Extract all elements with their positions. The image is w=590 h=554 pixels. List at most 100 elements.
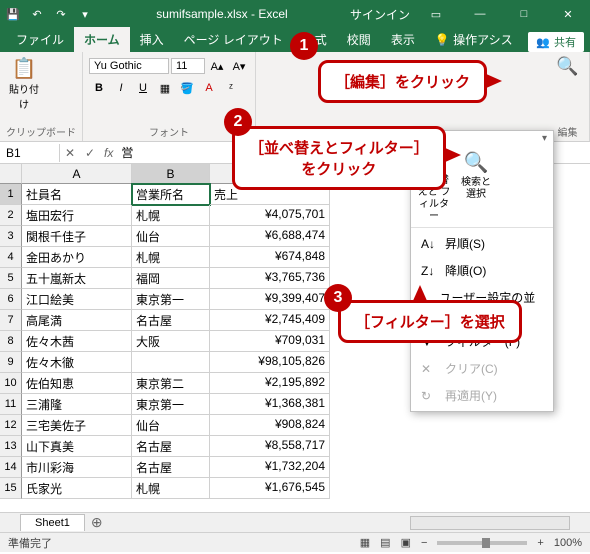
tab-home[interactable]: ホーム <box>74 27 130 52</box>
signin-link[interactable]: サインイン <box>350 6 410 23</box>
cell[interactable]: 三宅美佐子 <box>22 415 132 436</box>
row-header-14[interactable]: 14 <box>0 457 22 478</box>
row-header-8[interactable]: 8 <box>0 331 22 352</box>
cell[interactable]: 市川彩海 <box>22 457 132 478</box>
cell[interactable]: ¥709,031 <box>210 331 330 352</box>
cell[interactable]: 名古屋 <box>132 436 210 457</box>
redo-icon[interactable]: ↷ <box>52 5 70 23</box>
cell-A1[interactable]: 社員名 <box>22 184 132 205</box>
cell[interactable]: 札幌 <box>132 478 210 499</box>
sort-desc-item[interactable]: Z↓降順(O) <box>411 257 553 284</box>
ribbon-group-edit[interactable]: 🔍 編集 <box>546 52 590 141</box>
close-button[interactable]: ✕ <box>550 2 586 26</box>
undo-icon[interactable]: ↶ <box>28 5 46 23</box>
minimize-button[interactable]: — <box>462 2 498 26</box>
find-select-button[interactable]: 🔍 検索と 選択 <box>457 150 495 223</box>
add-sheet-button[interactable]: ⊕ <box>91 514 103 531</box>
row-header-12[interactable]: 12 <box>0 415 22 436</box>
font-name-select[interactable]: Yu Gothic <box>89 58 169 74</box>
row-header-2[interactable]: 2 <box>0 205 22 226</box>
cell[interactable]: ¥908,824 <box>210 415 330 436</box>
cell[interactable]: ¥1,732,204 <box>210 457 330 478</box>
tab-tell[interactable]: 💡 操作アシス <box>425 27 523 52</box>
zoom-level[interactable]: 100% <box>554 537 582 549</box>
border-button[interactable]: ▦ <box>155 78 175 98</box>
zoom-slider[interactable] <box>437 541 527 545</box>
share-button[interactable]: 👥 共有 <box>528 32 584 52</box>
zoom-in-button[interactable]: + <box>537 537 543 549</box>
cell-B1[interactable]: 営業所名 <box>132 184 210 205</box>
cell[interactable]: 佐々木茜 <box>22 331 132 352</box>
row-header-1[interactable]: 1 <box>0 184 22 205</box>
row-header-9[interactable]: 9 <box>0 352 22 373</box>
fill-color-button[interactable]: 🪣 <box>177 78 197 98</box>
cell[interactable]: 五十嵐新太 <box>22 268 132 289</box>
select-all-button[interactable] <box>0 164 22 184</box>
bold-button[interactable]: B <box>89 78 109 98</box>
cell[interactable]: 氏家光 <box>22 478 132 499</box>
italic-button[interactable]: I <box>111 78 131 98</box>
row-header-7[interactable]: 7 <box>0 310 22 331</box>
view-pagebreak-icon[interactable]: ▣ <box>401 536 411 549</box>
cell[interactable]: ¥8,558,717 <box>210 436 330 457</box>
cell[interactable]: ¥9,399,407 <box>210 289 330 310</box>
ribbon-options-icon[interactable]: ▭ <box>418 2 454 26</box>
zoom-out-button[interactable]: − <box>421 537 427 549</box>
cell[interactable]: 東京第二 <box>132 373 210 394</box>
row-header-10[interactable]: 10 <box>0 373 22 394</box>
cell[interactable]: 高尾満 <box>22 310 132 331</box>
sheet-tab-1[interactable]: Sheet1 <box>20 514 85 531</box>
cell[interactable]: ¥2,195,892 <box>210 373 330 394</box>
underline-button[interactable]: U <box>133 78 153 98</box>
cell[interactable]: 名古屋 <box>132 457 210 478</box>
phonetic-button[interactable]: ᶻ <box>221 78 241 98</box>
col-header-b[interactable]: B <box>132 164 210 184</box>
tab-pagelayout[interactable]: ページ レイアウト <box>174 27 293 52</box>
cell[interactable]: 塩田宏行 <box>22 205 132 226</box>
cell[interactable]: ¥98,105,826 <box>210 352 330 373</box>
row-header-3[interactable]: 3 <box>0 226 22 247</box>
cell[interactable]: 札幌 <box>132 205 210 226</box>
cell[interactable]: 東京第一 <box>132 289 210 310</box>
row-header-15[interactable]: 15 <box>0 478 22 499</box>
cell[interactable]: 三浦隆 <box>22 394 132 415</box>
cancel-formula-icon[interactable]: ✕ <box>60 146 80 160</box>
enter-formula-icon[interactable]: ✓ <box>80 146 100 160</box>
cell[interactable]: 大阪 <box>132 331 210 352</box>
maximize-button[interactable]: □ <box>506 2 542 26</box>
cell[interactable]: 仙台 <box>132 415 210 436</box>
name-box[interactable]: B1 <box>0 144 60 162</box>
row-header-13[interactable]: 13 <box>0 436 22 457</box>
sort-asc-item[interactable]: A↓昇順(S) <box>411 230 553 257</box>
cell[interactable]: ¥674,848 <box>210 247 330 268</box>
qat-customize-icon[interactable]: ▾ <box>76 5 94 23</box>
cell[interactable]: 東京第一 <box>132 394 210 415</box>
row-header-11[interactable]: 11 <box>0 394 22 415</box>
cell[interactable]: ¥1,676,545 <box>210 478 330 499</box>
cell[interactable]: 山下真美 <box>22 436 132 457</box>
tab-insert[interactable]: 挿入 <box>130 27 174 52</box>
cell[interactable]: ¥3,765,736 <box>210 268 330 289</box>
cell[interactable]: 関根千佳子 <box>22 226 132 247</box>
view-normal-icon[interactable]: ▦ <box>360 536 370 549</box>
font-size-select[interactable]: 11 <box>171 58 205 74</box>
col-header-a[interactable]: A <box>22 164 132 184</box>
cell[interactable]: 佐伯知恵 <box>22 373 132 394</box>
row-header-6[interactable]: 6 <box>0 289 22 310</box>
paste-button[interactable]: 📋 貼り付け <box>6 56 42 111</box>
save-icon[interactable]: 💾 <box>4 5 22 23</box>
tab-review[interactable]: 校閲 <box>337 27 381 52</box>
cell[interactable] <box>132 352 210 373</box>
tab-file[interactable]: ファイル <box>6 27 74 52</box>
cell[interactable]: 金田あかり <box>22 247 132 268</box>
fx-icon[interactable]: fx <box>100 146 117 160</box>
font-color-button[interactable]: A <box>199 78 219 98</box>
cell[interactable]: ¥4,075,701 <box>210 205 330 226</box>
cell[interactable]: 江口絵美 <box>22 289 132 310</box>
cell[interactable]: ¥1,368,381 <box>210 394 330 415</box>
cell[interactable]: 仙台 <box>132 226 210 247</box>
cell[interactable]: 福岡 <box>132 268 210 289</box>
cell[interactable]: ¥2,745,409 <box>210 310 330 331</box>
tab-view[interactable]: 表示 <box>381 27 425 52</box>
row-header-4[interactable]: 4 <box>0 247 22 268</box>
